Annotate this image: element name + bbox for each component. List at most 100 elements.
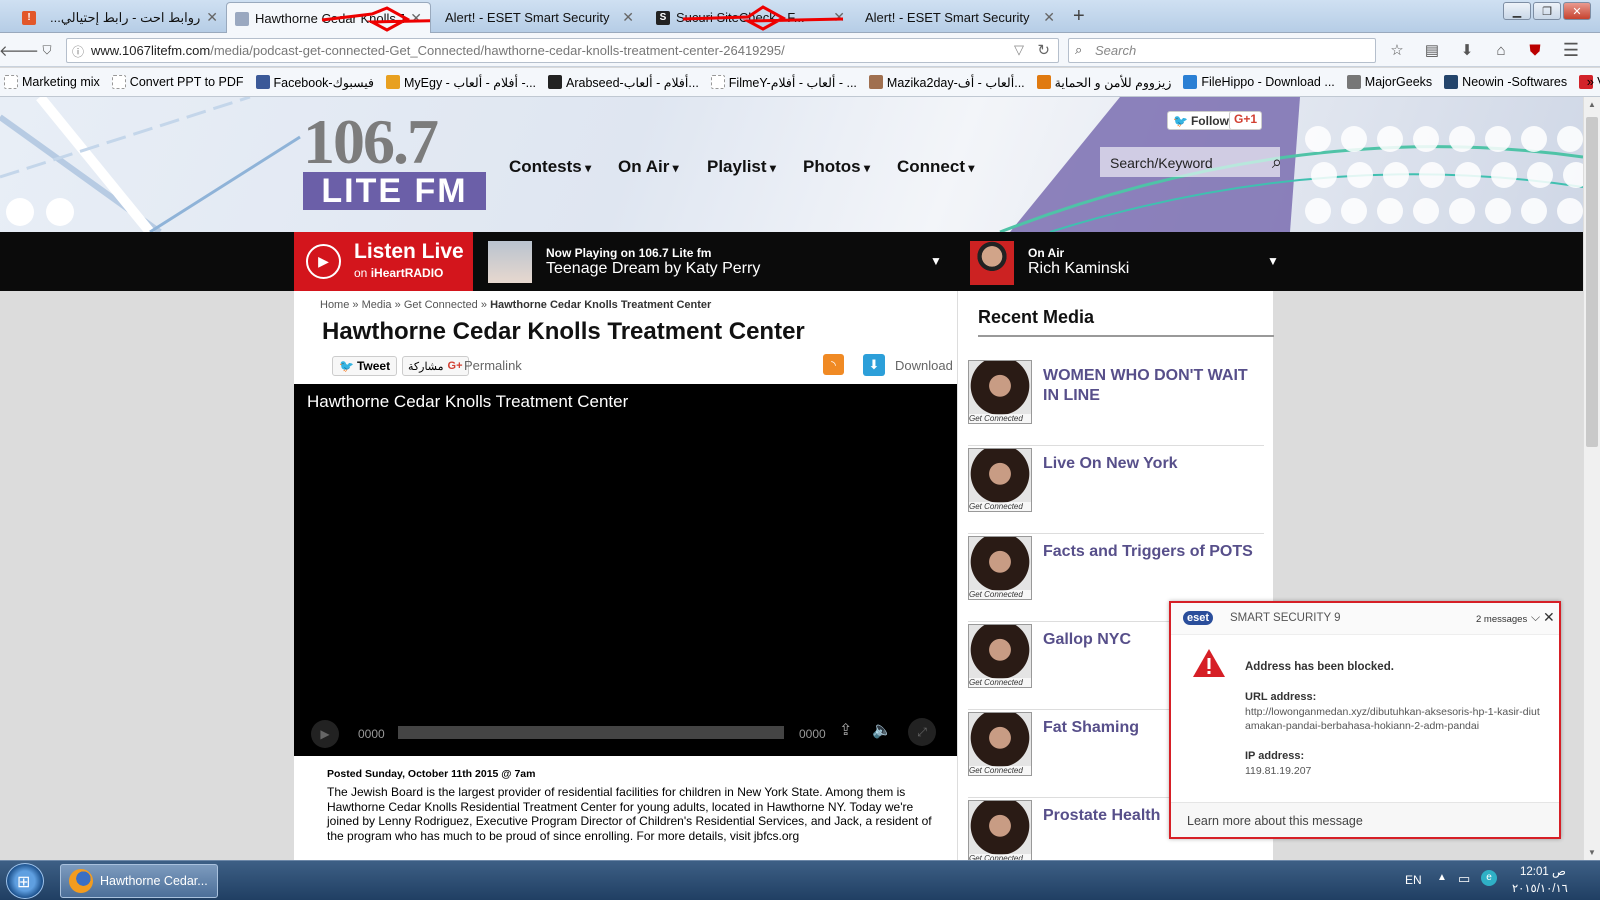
sidebar-title: Recent Media xyxy=(978,307,1095,327)
tab-0[interactable]: ! روابط احت - رابط إحتيالي... ✕ xyxy=(14,2,226,33)
media-thumbnail[interactable]: Get Connected xyxy=(968,360,1032,424)
tab-4[interactable]: Alert! - ESET Smart Security ✕ xyxy=(857,2,1063,33)
tab-1[interactable]: Hawthorne Cedar Knolls Tr... ✕ xyxy=(226,2,431,34)
share-label: مشاركة xyxy=(408,360,444,373)
nav-contests[interactable]: Contests xyxy=(509,157,591,177)
bookmark-item[interactable]: FileHippo - Download ... xyxy=(1183,75,1335,89)
minimize-button[interactable]: ▁ xyxy=(1503,2,1531,20)
language-indicator[interactable]: EN xyxy=(1405,873,1422,887)
tab-2[interactable]: Alert! - ESET Smart Security ✕ xyxy=(437,2,642,33)
tray-expand-icon[interactable]: ▲ xyxy=(1437,872,1447,883)
reading-list-icon[interactable]: ▤ xyxy=(1421,39,1443,61)
tab-3[interactable]: S Sucuri SiteCheck - F... ✕ xyxy=(648,2,853,33)
media-list-item[interactable]: Get Connected Live On New York xyxy=(968,446,1264,534)
site-logo[interactable]: 106.7 LITE FM xyxy=(303,110,488,212)
chevron-down-icon[interactable]: ⌵ xyxy=(1531,610,1540,625)
breadcrumb-home[interactable]: Home xyxy=(320,299,349,311)
back-icon[interactable]: 🡐 xyxy=(0,39,39,61)
start-button[interactable]: ⊞ xyxy=(6,863,44,899)
media-thumbnail[interactable]: Get Connected xyxy=(968,800,1032,860)
media-thumbnail[interactable]: Get Connected xyxy=(968,624,1032,688)
search-icon[interactable]: ⌕ xyxy=(1272,152,1282,173)
fullscreen-icon[interactable]: ⤢ xyxy=(908,718,936,746)
site-search-input[interactable]: Search/Keyword ⌕ xyxy=(1100,147,1282,177)
download-icon[interactable]: ⬇ xyxy=(863,354,885,376)
scroll-down-icon[interactable]: ▼ xyxy=(1588,848,1596,857)
volume-icon[interactable]: 🔈 xyxy=(872,720,892,740)
media-thumbnail[interactable]: Get Connected xyxy=(968,712,1032,776)
nav-playlist[interactable]: Playlist xyxy=(707,157,776,177)
scrollbar-thumb[interactable] xyxy=(1586,117,1598,447)
home-icon[interactable]: ⌂ xyxy=(1490,39,1512,61)
url-path: /media/podcast-get-connected-Get_Connect… xyxy=(210,43,785,58)
taskbar-firefox-window[interactable]: Hawthorne Cedar... xyxy=(60,864,218,898)
page-scrollbar[interactable]: ▲ ▼ xyxy=(1583,97,1600,860)
chevron-down-icon[interactable]: ▼ xyxy=(930,254,942,268)
close-icon[interactable]: ✕ xyxy=(1543,609,1555,626)
bookmark-item[interactable]: MyEgy - أفلام - ألعاب -... xyxy=(386,75,536,90)
bookmark-item[interactable]: زيزووم للأمن و الحماية xyxy=(1036,75,1171,90)
bookmark-label: MyEgy - أفلام - ألعاب -... xyxy=(404,75,537,90)
bookmark-item[interactable]: FilmeY-ألعاب - أفلام - ... xyxy=(710,75,857,90)
breadcrumb-media[interactable]: Media xyxy=(362,299,392,311)
gplus-share-button[interactable]: مشاركة G+ xyxy=(402,356,469,376)
rss-icon[interactable]: ◝ xyxy=(823,354,844,375)
bookmark-item[interactable]: Arabseed-أفلام - ألعاب... xyxy=(548,75,699,90)
close-tab-icon[interactable]: ✕ xyxy=(1043,9,1055,26)
bookmark-item[interactable]: Mazika2day-ألعاب - أف... xyxy=(868,75,1025,90)
media-thumbnail[interactable]: Get Connected xyxy=(968,536,1032,600)
video-player[interactable]: Hawthorne Cedar Knolls Treatment Center … xyxy=(294,384,957,756)
chevron-down-icon[interactable]: ▼ xyxy=(1267,254,1279,268)
share-icon[interactable]: ⇪ xyxy=(839,720,852,740)
nav-photos[interactable]: Photos xyxy=(803,157,870,177)
tab-title: Alert! - ESET Smart Security xyxy=(865,10,1030,25)
tweet-button[interactable]: 🐦 Tweet xyxy=(332,356,398,376)
menu-icon[interactable]: ☰ xyxy=(1560,39,1582,61)
bookmark-item[interactable]: Neowin -Softwares xyxy=(1444,75,1567,89)
maximize-button[interactable]: ❐ xyxy=(1533,2,1561,20)
new-tab-icon[interactable]: + xyxy=(1073,5,1085,28)
close-tab-icon[interactable]: ✕ xyxy=(206,9,218,26)
play-button[interactable]: ▶ xyxy=(311,720,339,748)
url-bar[interactable]: ⓘ www.1067litefm.com/media/podcast-get-c… xyxy=(66,38,1059,63)
close-window-button[interactable]: ✕ xyxy=(1563,2,1591,20)
bookmark-item[interactable]: MajorGeeks xyxy=(1346,75,1432,89)
bookmark-star-icon[interactable]: ☆ xyxy=(1386,39,1408,61)
ip-value: 119.81.19.207 xyxy=(1245,765,1312,777)
nav-connect[interactable]: Connect xyxy=(897,157,974,177)
bookmarks-overflow-icon[interactable]: » xyxy=(1587,74,1594,89)
media-list-item[interactable]: Get Connected WOMEN WHO DON'T WAIT IN LIN… xyxy=(968,358,1264,446)
ublock-icon[interactable]: ⛊ xyxy=(1524,39,1546,61)
shield-icon[interactable]: ⛉ xyxy=(36,39,58,61)
eset-tray-icon[interactable]: e xyxy=(1481,870,1497,886)
breadcrumb-get-connected[interactable]: Get Connected xyxy=(404,299,478,311)
close-tab-icon[interactable]: ✕ xyxy=(622,9,634,26)
clock-date[interactable]: ٢٠١٥/١٠/١٦ xyxy=(1512,881,1568,895)
ip-label: IP address: xyxy=(1245,750,1305,762)
reload-icon[interactable]: ↻ xyxy=(1037,41,1050,59)
messages-count[interactable]: 2 messages xyxy=(1476,614,1527,625)
sucuri-icon: S xyxy=(656,10,670,25)
seek-bar[interactable] xyxy=(398,726,784,739)
clock-time[interactable]: 12:01 ص xyxy=(1520,864,1566,878)
nav-on-air[interactable]: On Air xyxy=(618,157,679,177)
learn-more-link[interactable]: Learn more about this message xyxy=(1187,814,1363,828)
gplus-button[interactable]: G+1 xyxy=(1229,111,1263,130)
media-thumbnail[interactable]: Get Connected xyxy=(968,448,1032,512)
media-title-link[interactable]: WOMEN WHO DON'T WAIT IN LINE xyxy=(1043,366,1258,406)
permalink-link[interactable]: Permalink xyxy=(464,358,522,373)
download-link[interactable]: Download xyxy=(895,358,953,373)
bookmark-item[interactable]: Facebook-فيسبوك xyxy=(255,75,374,90)
twitter-follow-button[interactable]: 🐦 Follow xyxy=(1167,111,1235,130)
bookmark-item[interactable]: Marketing mix xyxy=(4,75,100,89)
listen-live-button[interactable]: ▶ Listen Live on iHeartRADIO xyxy=(294,232,473,291)
bookmark-item[interactable]: Convert PPT to PDF xyxy=(111,75,244,89)
network-icon[interactable]: ▭ xyxy=(1458,871,1470,887)
download-icon[interactable]: ⬇ xyxy=(1456,39,1478,61)
media-title-link[interactable]: Live On New York xyxy=(1043,454,1258,474)
search-input[interactable]: ⌕ Search xyxy=(1068,38,1376,63)
now-playing-label: Now Playing on 106.7 Lite fm xyxy=(546,246,712,260)
scroll-up-icon[interactable]: ▲ xyxy=(1588,100,1596,109)
media-title-link[interactable]: Facts and Triggers of POTS xyxy=(1043,542,1258,562)
dropdown-icon[interactable]: ▽ xyxy=(1014,42,1024,58)
